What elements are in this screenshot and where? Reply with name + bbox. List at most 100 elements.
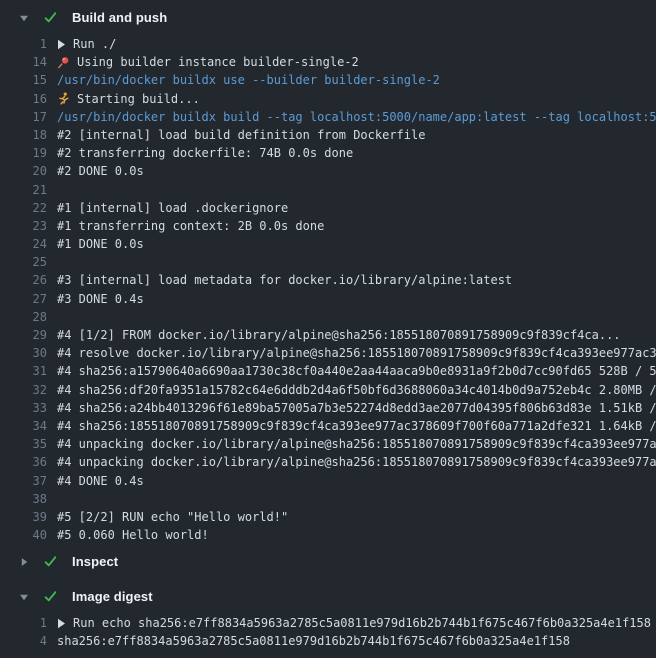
section-header-build-and-push[interactable]: Build and push [0, 0, 656, 35]
log-line: 28 [0, 308, 656, 326]
line-text: #4 unpacking docker.io/library/alpine@sh… [57, 453, 656, 471]
line-number[interactable]: 17 [0, 108, 47, 126]
line-number[interactable]: 33 [0, 399, 47, 417]
log-section-build-and-push: Build and push 1 Run ./ 14 Using builder ins… [0, 0, 656, 544]
line-number[interactable]: 39 [0, 508, 47, 526]
log-line: 24 #1 DONE 0.0s [0, 235, 656, 253]
log-section-inspect: Inspect [0, 544, 656, 579]
line-content: #4 unpacking docker.io/library/alpine@sh… [57, 453, 656, 471]
line-number[interactable]: 32 [0, 381, 47, 399]
line-number[interactable]: 20 [0, 162, 47, 180]
line-content: #1 [internal] load .dockerignore [57, 199, 656, 217]
line-content: Run echo sha256:e7ff8834a5963a2785c5a081… [57, 614, 656, 632]
line-text: Run echo sha256:e7ff8834a5963a2785c5a081… [73, 614, 651, 632]
log-line: 25 [0, 253, 656, 271]
line-number[interactable]: 21 [0, 181, 47, 199]
section-title: Inspect [72, 554, 118, 569]
chevron-down-icon[interactable] [18, 592, 29, 602]
log-lines: 1 Run echo sha256:e7ff8834a5963a2785c5a08… [0, 614, 656, 650]
line-number[interactable]: 23 [0, 217, 47, 235]
line-number[interactable]: 15 [0, 71, 47, 89]
line-number[interactable]: 29 [0, 326, 47, 344]
line-content: #3 [internal] load metadata for docker.i… [57, 271, 656, 289]
line-number[interactable]: 38 [0, 490, 47, 508]
line-number[interactable]: 18 [0, 126, 47, 144]
chevron-right-icon[interactable] [18, 557, 29, 567]
line-text: /usr/bin/docker buildx build --tag local… [57, 108, 656, 126]
line-number[interactable]: 4 [0, 632, 47, 650]
line-text: sha256:e7ff8834a5963a2785c5a0811e979d16b… [57, 632, 570, 650]
line-text: #4 resolve docker.io/library/alpine@sha2… [57, 344, 656, 362]
log-line: 20#2 DONE 0.0s [0, 162, 656, 180]
line-content: sha256:e7ff8834a5963a2785c5a0811e979d16b… [57, 632, 656, 650]
line-text: Run ./ [73, 35, 116, 53]
line-text: Using builder instance builder-single-2 [77, 53, 359, 71]
log-line: 38 [0, 490, 656, 508]
run-toggle-icon[interactable] [57, 618, 66, 629]
log-line: 15/usr/bin/docker buildx use --builder b… [0, 71, 656, 89]
line-content: #3 DONE 0.4s [57, 290, 656, 308]
log-lines: 1 Run ./ 14 Using builder instance builder-… [0, 35, 656, 544]
line-number[interactable]: 36 [0, 453, 47, 471]
line-text: #4 sha256:185518070891758909c9f839cf4ca3… [57, 417, 656, 435]
line-number[interactable]: 26 [0, 271, 47, 289]
run-toggle-icon[interactable] [57, 39, 66, 50]
line-content: #4 sha256:a15790640a6690aa1730c38cf0a440… [57, 362, 656, 380]
line-number[interactable]: 16 [0, 90, 47, 108]
line-number[interactable]: 19 [0, 144, 47, 162]
section-title: Build and push [72, 10, 167, 25]
line-content: #4 resolve docker.io/library/alpine@sha2… [57, 344, 656, 362]
line-text: #1 [internal] load .dockerignore [57, 199, 288, 217]
log-line: 16Starting build... [0, 90, 656, 108]
line-number[interactable]: 40 [0, 526, 47, 544]
line-number[interactable]: 34 [0, 417, 47, 435]
line-text: #5 [2/2] RUN echo "Hello world!" [57, 508, 288, 526]
check-icon [43, 10, 58, 25]
line-number[interactable]: 37 [0, 472, 47, 490]
section-header-inspect[interactable]: Inspect [0, 544, 656, 579]
line-text: #4 sha256:a24bb4013296f61e89ba57005a7b3e… [57, 399, 656, 417]
line-number[interactable]: 1 [0, 614, 47, 632]
line-content: #2 [internal] load build definition from… [57, 126, 656, 144]
line-content: #4 DONE 0.4s [57, 472, 656, 490]
line-text: /usr/bin/docker buildx use --builder bui… [57, 71, 440, 89]
log-line: 37 #4 DONE 0.4s [0, 472, 656, 490]
log-line: 35 #4 unpacking docker.io/library/alpine@… [0, 435, 656, 453]
log-line: 1 Run echo sha256:e7ff8834a5963a2785c5a08… [0, 614, 656, 632]
line-text: #3 [internal] load metadata for docker.i… [57, 271, 512, 289]
line-text: #2 transferring dockerfile: 74B 0.0s don… [57, 144, 353, 162]
line-number[interactable]: 35 [0, 435, 47, 453]
runner-icon [57, 92, 70, 105]
log-line: 14 Using builder instance builder-single-… [0, 53, 656, 71]
pushpin-icon [57, 56, 70, 69]
line-number[interactable]: 31 [0, 362, 47, 380]
line-text: #4 [1/2] FROM docker.io/library/alpine@s… [57, 326, 621, 344]
line-number[interactable]: 22 [0, 199, 47, 217]
line-text: #5 0.060 Hello world! [57, 526, 209, 544]
line-text: #1 transferring context: 2B 0.0s done [57, 217, 324, 235]
line-number[interactable]: 28 [0, 308, 47, 326]
line-content: #5 0.060 Hello world! [57, 526, 656, 544]
line-text: #1 DONE 0.0s [57, 235, 144, 253]
section-header-image-digest[interactable]: Image digest [0, 579, 656, 614]
log-line: 34 #4 sha256:185518070891758909c9f839cf4c… [0, 417, 656, 435]
log-line: 1 Run ./ [0, 35, 656, 53]
line-number[interactable]: 27 [0, 290, 47, 308]
log-line: 33 #4 sha256:a24bb4013296f61e89ba57005a7b… [0, 399, 656, 417]
line-number[interactable]: 25 [0, 253, 47, 271]
log-line: 4 sha256:e7ff8834a5963a2785c5a0811e979d16… [0, 632, 656, 650]
line-number[interactable]: 24 [0, 235, 47, 253]
log-line: 26 #3 [internal] load metadata for docker… [0, 271, 656, 289]
line-text: #4 unpacking docker.io/library/alpine@sh… [57, 435, 656, 453]
line-number[interactable]: 14 [0, 53, 47, 71]
line-text: #4 DONE 0.4s [57, 472, 144, 490]
line-number[interactable]: 1 [0, 35, 47, 53]
log-line: 32 #4 sha256:df20fa9351a15782c64e6dddb2d4… [0, 381, 656, 399]
log-line: 36 #4 unpacking docker.io/library/alpine@… [0, 453, 656, 471]
chevron-down-icon[interactable] [18, 13, 29, 23]
line-text: #4 sha256:a15790640a6690aa1730c38cf0a440… [57, 362, 656, 380]
line-number[interactable]: 30 [0, 344, 47, 362]
log-line: 19 #2 transferring dockerfile: 74B 0.0s d… [0, 144, 656, 162]
log-line: 18 #2 [internal] load build definition fr… [0, 126, 656, 144]
line-text: #4 sha256:df20fa9351a15782c64e6dddb2d4a6… [57, 381, 656, 399]
